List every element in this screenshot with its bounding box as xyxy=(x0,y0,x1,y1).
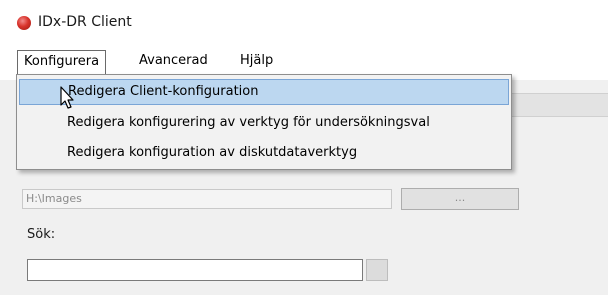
menu-avancerad[interactable]: Avancerad xyxy=(139,50,208,72)
browse-button[interactable]: ... xyxy=(401,188,519,210)
search-label: Sök: xyxy=(27,227,56,242)
window-title: IDx-DR Client xyxy=(38,14,132,30)
menu-item-edit-exam-selection-tool-config[interactable]: Redigera konfigurering av verktyg för un… xyxy=(19,110,509,136)
menu-item-edit-client-config[interactable]: Redigera Client-konfiguration xyxy=(19,79,509,105)
konfigurera-dropdown-menu: Redigera Client-konfiguration Redigera k… xyxy=(16,74,512,170)
search-button[interactable] xyxy=(366,259,388,281)
app-icon xyxy=(17,16,31,30)
menu-bar: Konfigurera Avancerad Hjälp xyxy=(0,50,608,75)
menu-konfigurera[interactable]: Konfigurera xyxy=(17,50,107,75)
menu-hjalp[interactable]: Hjälp xyxy=(240,50,273,72)
title-bar: IDx-DR Client xyxy=(0,0,608,44)
image-path-field[interactable]: H:\Images xyxy=(22,189,392,209)
search-input[interactable] xyxy=(27,259,363,281)
app-window: IDx-DR Client Konfigurera Avancerad Hjäl… xyxy=(0,0,608,295)
background-toolbar xyxy=(498,93,608,117)
menu-item-edit-disk-output-tool-config[interactable]: Redigera konfiguration av diskutdataverk… xyxy=(19,140,509,166)
